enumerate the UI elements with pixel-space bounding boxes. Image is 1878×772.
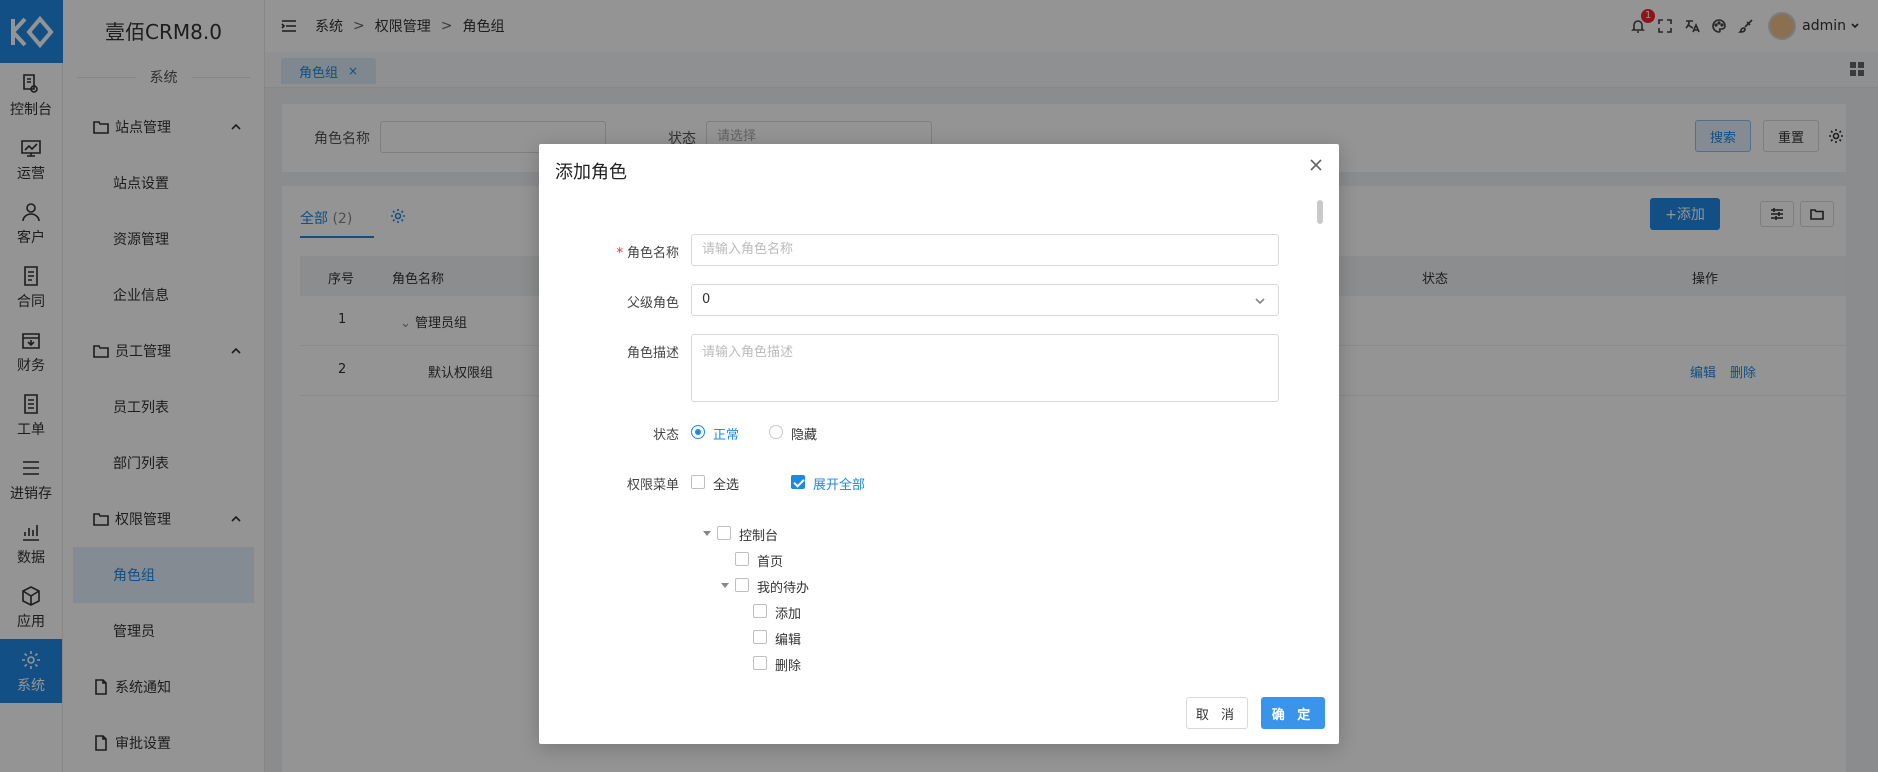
tree-node-label[interactable]: 编辑 — [775, 629, 801, 648]
dialog-body: * 角色名称 请输入角色名称 父级角色 0 角色描述 请输入角色描述 状态 正常 … — [539, 200, 1339, 680]
permission-menu-label: 权限菜单 — [626, 478, 679, 493]
role-desc-label: 角色描述 — [626, 346, 679, 361]
dialog-title: 添加角色 — [555, 162, 627, 183]
expand-all-checkbox[interactable] — [791, 475, 805, 489]
role-name-field[interactable]: 请输入角色名称 — [691, 234, 1279, 266]
status-normal-label[interactable]: 正常 — [713, 424, 739, 443]
cancel-button[interactable]: 取 消 — [1186, 697, 1248, 729]
confirm-button[interactable]: 确 定 — [1261, 697, 1325, 729]
tree-node-label[interactable]: 首页 — [757, 551, 783, 570]
tree-checkbox[interactable] — [717, 526, 731, 540]
tree-node-label[interactable]: 我的待办 — [757, 577, 809, 596]
role-desc-textarea[interactable]: 请输入角色描述 — [691, 334, 1279, 402]
select-all-label[interactable]: 全选 — [713, 474, 739, 493]
tree-node-label[interactable]: 添加 — [775, 603, 801, 622]
tree-node-label[interactable]: 删除 — [775, 655, 801, 674]
parent-role-select[interactable]: 0 — [691, 284, 1279, 316]
select-all-checkbox[interactable] — [691, 475, 705, 489]
status-normal-radio[interactable] — [691, 425, 705, 439]
role-name-field-label: * 角色名称 — [616, 246, 679, 261]
tree-checkbox[interactable] — [753, 630, 767, 644]
tree-checkbox[interactable] — [735, 578, 749, 592]
tree-checkbox[interactable] — [735, 552, 749, 566]
tree-expand-icon[interactable] — [703, 531, 711, 536]
parent-role-label: 父级角色 — [626, 296, 679, 311]
close-icon[interactable] — [1309, 158, 1323, 172]
tree-checkbox[interactable] — [753, 656, 767, 670]
chevron-down-icon — [1255, 298, 1265, 305]
status-field-label: 状态 — [652, 428, 679, 443]
add-role-dialog: 添加角色 * 角色名称 请输入角色名称 父级角色 0 角色描述 请输入角色描述 状… — [539, 144, 1339, 744]
expand-all-label[interactable]: 展开全部 — [813, 474, 865, 493]
status-hidden-label[interactable]: 隐藏 — [791, 424, 817, 443]
tree-checkbox[interactable] — [753, 604, 767, 618]
status-hidden-radio[interactable] — [769, 425, 783, 439]
tree-expand-icon[interactable] — [721, 583, 729, 588]
tree-node-label[interactable]: 控制台 — [739, 525, 778, 544]
